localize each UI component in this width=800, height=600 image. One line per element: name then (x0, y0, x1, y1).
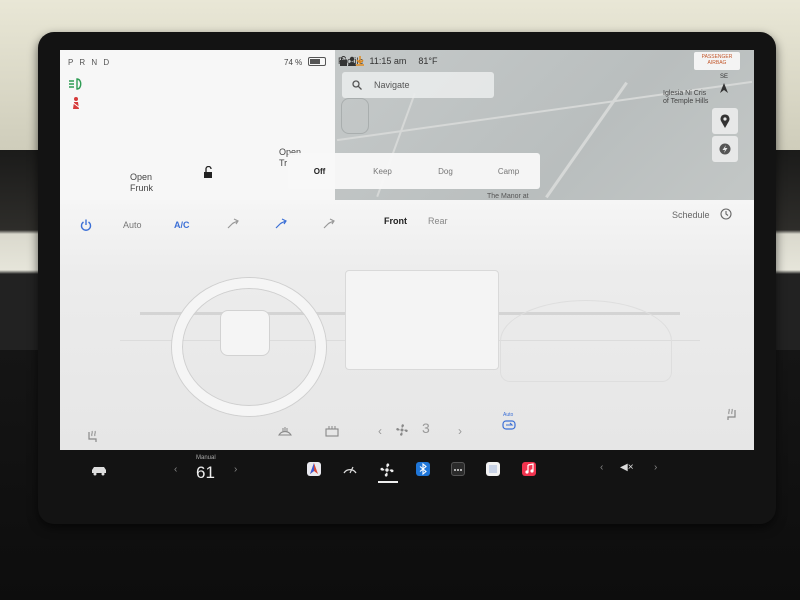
airflow-feet-icon[interactable] (274, 216, 288, 230)
toybox-app-icon[interactable] (486, 462, 500, 476)
schedule-button[interactable]: Schedule (672, 210, 710, 220)
map-place-label-2: The Manor at (487, 193, 529, 200)
front-tab[interactable]: Front (384, 216, 407, 226)
climate-panel: Auto A/C Front Rear Schedule ‹ 3 › Auto (60, 200, 754, 450)
airflow-face-icon[interactable] (226, 216, 240, 230)
gear-indicator: P R N D (68, 58, 112, 67)
power-icon[interactable] (80, 219, 92, 231)
mode-dog[interactable]: Dog (414, 167, 477, 176)
taskbar: ‹ Manual 61 › ‹ ◀× › (60, 450, 754, 490)
driver-seat-heater-icon[interactable] (86, 430, 100, 444)
active-app-indicator (378, 481, 398, 483)
recirculation-icon[interactable] (502, 420, 516, 432)
status-bar: Profile 11:15 am 81°F (338, 52, 437, 70)
open-frunk-button[interactable]: Open Frunk (130, 172, 153, 194)
mode-keep[interactable]: Keep (351, 167, 414, 176)
volume-up-button[interactable]: › (654, 462, 657, 473)
map-road (545, 81, 628, 199)
location-pin-icon (720, 114, 730, 128)
fan-icon (395, 423, 409, 437)
passenger-seat-heater-icon[interactable] (724, 408, 738, 422)
airflow-windshield-icon[interactable] (322, 216, 336, 230)
fan-app-icon[interactable] (379, 462, 395, 478)
bluetooth-icon[interactable] (416, 462, 430, 476)
cabin-temp[interactable]: 61 (196, 463, 215, 483)
map-pin-button[interactable] (712, 108, 738, 134)
auto-button[interactable]: Auto (123, 220, 142, 230)
temp-increase-button[interactable]: › (234, 464, 237, 475)
search-placeholder: Navigate (374, 80, 410, 90)
volume-mute-icon[interactable]: ◀× (620, 462, 634, 473)
mode-off[interactable]: Off (288, 167, 351, 176)
download-icon[interactable] (354, 56, 366, 66)
navigate-search[interactable]: Navigate (342, 72, 494, 98)
rear-defrost-icon[interactable] (325, 426, 339, 438)
airbag-line-2: AIRBAG (707, 60, 727, 66)
volume-down-button[interactable]: ‹ (600, 462, 603, 473)
car-icon[interactable] (90, 464, 108, 476)
compass-heading: SE (719, 74, 728, 80)
search-icon (352, 80, 362, 90)
open-frunk-label-2: Frunk (130, 183, 154, 193)
mode-camp[interactable]: Camp (477, 167, 540, 176)
temp-mode-label: Manual (196, 455, 216, 461)
touchscreen: P R N D 74 % Open Frunk Open Tr Iglesia … (60, 50, 754, 490)
battery-fill (310, 59, 320, 64)
map-road-loop (341, 98, 369, 134)
more-apps-icon[interactable] (451, 462, 465, 476)
navigation-app-icon[interactable] (307, 462, 321, 476)
fan-increase-button[interactable]: › (458, 424, 462, 438)
clock-icon[interactable] (720, 208, 732, 220)
place-line-2: of Temple Hills (663, 98, 709, 105)
seatbelt-warning-icon (69, 96, 83, 110)
outside-temp: 81°F (418, 56, 438, 66)
unlock-icon[interactable] (202, 166, 214, 178)
compass-arrow-icon (719, 83, 729, 93)
wiper-icon[interactable] (343, 464, 357, 476)
place-line-1: Iglesia Ni Cris (663, 90, 707, 97)
charger-button[interactable] (712, 136, 738, 162)
fan-decrease-button[interactable]: ‹ (378, 424, 382, 438)
rear-tab[interactable]: Rear (428, 216, 448, 226)
headlight-icon (68, 78, 84, 90)
front-defrost-icon[interactable] (278, 426, 292, 438)
battery-percent: 74 % (284, 58, 303, 67)
lightning-icon (719, 143, 731, 155)
steering-hub (220, 310, 270, 356)
map-place-label: Iglesia Ni Cris of Temple Hills (663, 90, 708, 106)
battery-icon (308, 57, 326, 66)
ac-button[interactable]: A/C (174, 220, 190, 230)
fan-speed: 3 (422, 420, 430, 436)
recirc-auto-label: Auto (503, 412, 514, 418)
clock: 11:15 am (369, 56, 407, 66)
music-app-icon[interactable] (522, 462, 536, 476)
compass-button[interactable]: SE (712, 74, 736, 96)
climate-mode-selector: Off Keep Dog Camp (288, 153, 540, 189)
passenger-airbag-indicator: PASSENGER AIRBAG (694, 52, 740, 70)
passenger-seat-illustration (500, 300, 672, 382)
temp-decrease-button[interactable]: ‹ (174, 464, 177, 475)
open-frunk-label-1: Open (130, 172, 153, 182)
center-screen-illustration (345, 270, 499, 370)
